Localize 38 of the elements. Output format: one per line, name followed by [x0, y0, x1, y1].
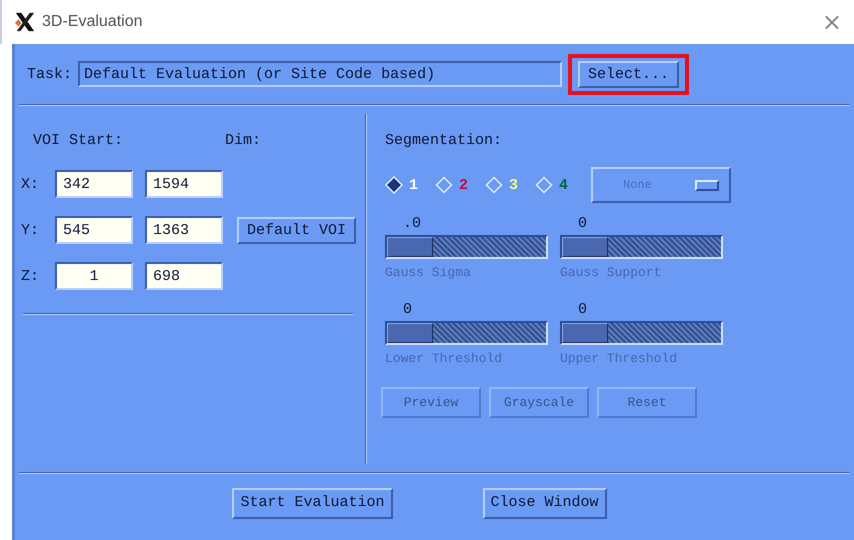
close-button[interactable]: × [818, 8, 846, 36]
radio-button[interactable] [535, 176, 553, 194]
task-label: Task: [27, 66, 72, 82]
task-field[interactable]: Default Evaluation (or Site Code based) [78, 61, 562, 87]
slider-value: 0 [578, 215, 588, 234]
column-label: Dim: [225, 132, 262, 149]
input-field[interactable]: 1 [55, 262, 133, 290]
select-button[interactable]: Select... [578, 60, 680, 88]
radio-label: 3 [509, 176, 518, 194]
window-title: 3D-Evaluation [42, 13, 142, 31]
slider-value: 0 [403, 301, 412, 320]
input-field[interactable]: 342 [55, 170, 133, 198]
radio-label: 4 [559, 176, 568, 194]
slider-value: .0 [403, 215, 422, 234]
radio-button[interactable] [385, 176, 403, 194]
input-field[interactable]: 698 [145, 262, 223, 290]
column-label: VOI Start: [33, 132, 124, 149]
slider-label: Upper Threshold [560, 351, 678, 368]
input-field[interactable]: 545 [55, 216, 133, 244]
radio-button[interactable] [485, 176, 503, 194]
input-field[interactable]: 1363 [145, 216, 223, 244]
section-label: Segmentation: [385, 132, 504, 149]
x-logo-icon [14, 11, 36, 33]
radio-button[interactable] [435, 176, 453, 194]
default-voi-button[interactable]: Default VOI [237, 216, 356, 244]
start-button[interactable]: Start Evaluation [232, 488, 392, 519]
input-field[interactable]: 1594 [145, 170, 223, 198]
axis-label: Y: [21, 222, 40, 238]
axis-label: X: [21, 176, 40, 192]
dropdown-indicator-icon [695, 180, 719, 190]
slider-label: Lower Threshold [385, 351, 502, 368]
slider-value: 0 [578, 301, 588, 320]
radio-label: 1 [409, 176, 418, 194]
close-window-button[interactable]: Close Window [482, 488, 607, 519]
slider-label: Gauss Sigma [385, 265, 471, 282]
axis-label: Z: [21, 268, 40, 284]
slider-label: Gauss Support [560, 265, 662, 282]
radio-label: 2 [459, 176, 468, 194]
